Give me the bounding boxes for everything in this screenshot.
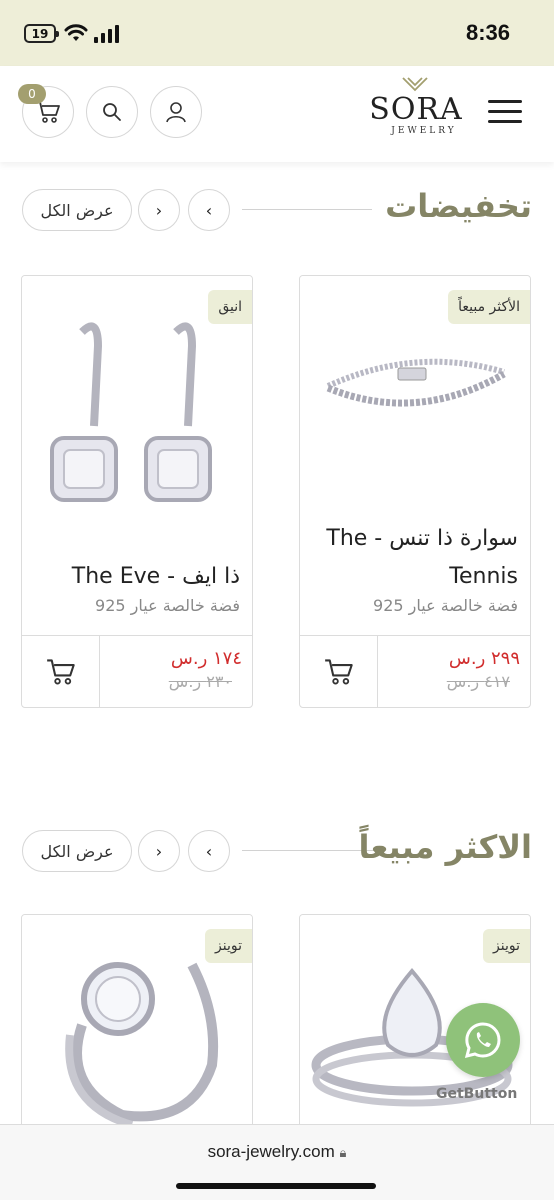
view-all-button[interactable]: عرض الكل xyxy=(22,830,132,872)
search-button[interactable] xyxy=(86,86,138,138)
prev-arrow-button[interactable]: ‹ xyxy=(188,830,230,872)
url-text: sora-jewelry.com xyxy=(207,1142,335,1161)
url-address[interactable]: sora-jewelry.com 🔒︎ xyxy=(0,1142,554,1162)
user-icon xyxy=(166,102,186,123)
lock-icon: 🔒︎ xyxy=(339,1145,347,1160)
original-price: ٢٣٠ ر.س xyxy=(168,672,232,691)
cart-icon xyxy=(46,659,75,685)
battery-icon: 19 xyxy=(24,24,59,43)
bestseller-section-header: عرض الكل › ‹ الاكثر مبيعاً xyxy=(22,828,532,874)
product-footer: ١٧٤ ر.س ٢٣٠ ر.س xyxy=(22,635,252,707)
section-title: تخفيضات xyxy=(385,187,532,225)
getbutton-label[interactable]: GetButton xyxy=(436,1086,517,1102)
sale-section-header: عرض الكل › ‹ تخفيضات xyxy=(22,187,532,233)
product-card[interactable]: انيق ذا ايف - The Eve فضة خالصة عيار 925… xyxy=(21,275,253,708)
site-header: 0 SORA JEWELRY xyxy=(0,66,554,162)
product-badge: توينز xyxy=(205,929,252,963)
whatsapp-icon xyxy=(464,1022,501,1059)
whatsapp-button[interactable] xyxy=(446,1003,520,1077)
battery-level: 19 xyxy=(31,26,49,41)
product-card[interactable]: الأكثر مبيعاً سوارة ذا تنس - The Tennis … xyxy=(299,275,531,708)
sora-logo[interactable]: SORA JEWELRY xyxy=(366,76,466,146)
add-to-cart-button[interactable] xyxy=(300,636,378,707)
view-all-button[interactable]: عرض الكل xyxy=(22,189,132,231)
sale-price: ٢٩٩ ر.س xyxy=(448,648,520,669)
product-badge: توينز xyxy=(483,929,530,963)
product-description: فضة خالصة عيار 925 xyxy=(373,596,518,615)
cart-icon xyxy=(324,659,353,685)
cart-icon xyxy=(36,101,60,123)
product-footer: ٢٩٩ ر.س ٤١٧ ر.س xyxy=(300,635,530,707)
original-price: ٤١٧ ر.س xyxy=(446,672,510,691)
cart-count-badge: 0 xyxy=(18,84,46,104)
section-divider xyxy=(242,850,376,851)
account-button[interactable] xyxy=(150,86,202,138)
home-indicator xyxy=(176,1183,376,1189)
hamburger-menu-icon[interactable] xyxy=(488,100,522,126)
clock: 8:36 xyxy=(465,20,510,45)
product-name[interactable]: ذا ايف - The Eve xyxy=(34,558,240,596)
add-to-cart-button[interactable] xyxy=(22,636,100,707)
wifi-icon xyxy=(64,24,88,41)
next-arrow-button[interactable]: › xyxy=(138,189,180,231)
next-arrow-button[interactable]: › xyxy=(138,830,180,872)
prev-arrow-button[interactable]: ‹ xyxy=(188,189,230,231)
section-title: الاكثر مبيعاً xyxy=(358,828,532,866)
search-icon xyxy=(103,103,121,121)
product-badge: الأكثر مبيعاً xyxy=(448,290,530,324)
product-badge: انيق xyxy=(208,290,252,324)
logo-subtitle: JEWELRY xyxy=(391,126,457,136)
browser-url-bar: sora-jewelry.com 🔒︎ xyxy=(0,1124,554,1200)
signal-icon xyxy=(94,25,119,43)
product-description: فضة خالصة عيار 925 xyxy=(95,596,240,615)
product-card[interactable]: توينز xyxy=(21,914,253,1154)
sale-price: ١٧٤ ر.س xyxy=(170,648,242,669)
logo-wordmark: SORA xyxy=(369,92,463,127)
status-bar: 19 8:36 xyxy=(0,0,554,66)
crown-icon xyxy=(402,77,428,92)
product-name[interactable]: سوارة ذا تنس - The Tennis xyxy=(312,520,518,596)
section-divider xyxy=(242,209,372,210)
